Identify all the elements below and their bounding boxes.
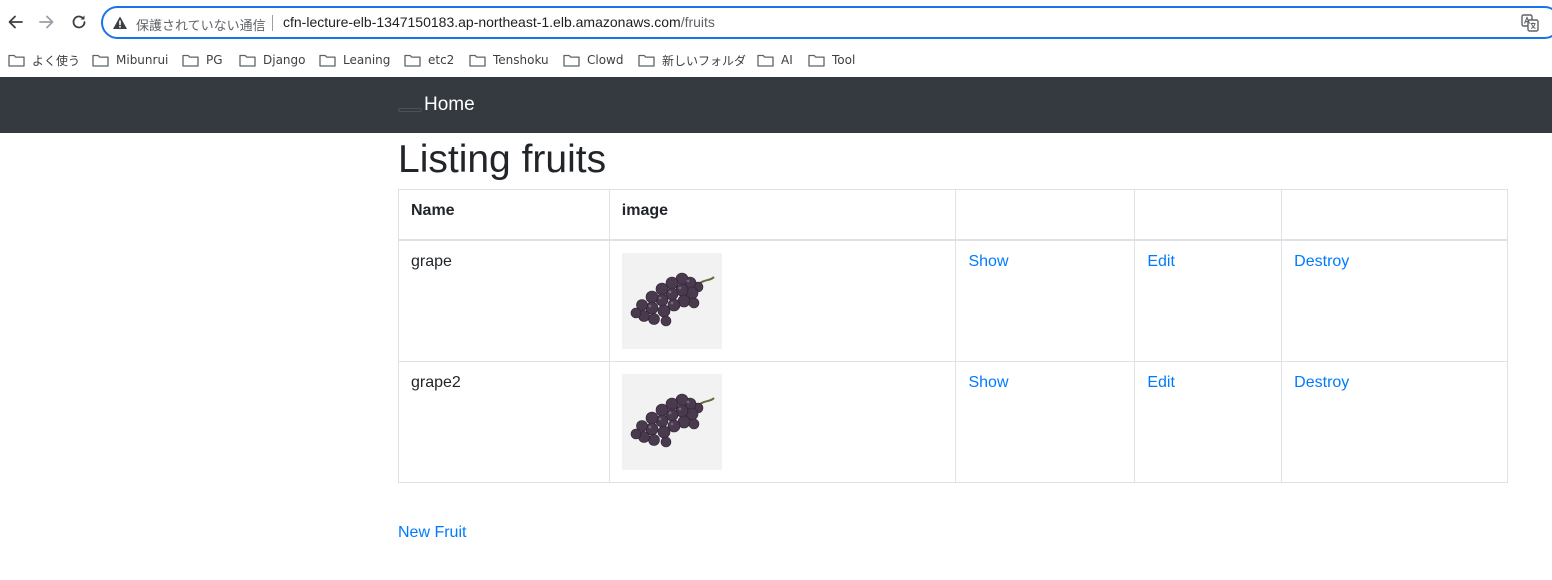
edit-link[interactable]: Edit — [1147, 253, 1175, 270]
folder-icon — [239, 54, 256, 67]
url-host: cfn-lecture-elb-1347150183.ap-northeast-… — [283, 14, 681, 30]
fruit-name: grape2 — [398, 360, 610, 483]
navbar-brand-home[interactable]: Home — [424, 94, 475, 116]
edit-link[interactable]: Edit — [1147, 374, 1175, 391]
url-text[interactable]: cfn-lecture-elb-1347150183.ap-northeast-… — [283, 14, 715, 30]
show-link[interactable]: Show — [968, 374, 1008, 391]
bookmark-label: Tenshoku — [493, 53, 549, 67]
destroy-link[interactable]: Destroy — [1294, 374, 1349, 391]
bookmark-item[interactable]: よく使う — [8, 52, 80, 68]
back-button[interactable] — [4, 11, 26, 33]
bookmark-label: Clowd — [587, 53, 624, 67]
fruit-image-cell — [608, 360, 957, 483]
folder-icon — [92, 54, 109, 67]
fruit-image-cell — [608, 239, 957, 362]
bookmark-item[interactable]: PG — [182, 52, 223, 68]
bookmarks-bar: よく使う Mibunrui PG Django Leaning etc2 Tenshoku C… — [0, 44, 1552, 76]
warning-icon[interactable] — [112, 15, 128, 31]
table-row: grape Show Edit Destroy — [398, 239, 1508, 362]
bookmark-label: Leaning — [343, 53, 391, 67]
bookmark-label: よく使う — [32, 53, 81, 68]
folder-icon — [808, 54, 825, 67]
destroy-cell: Destroy — [1281, 360, 1508, 483]
browser-toolbar: 保護されていない通信 cfn-lecture-elb-1347150183.ap… — [0, 0, 1552, 44]
bookmark-label: Mibunrui — [116, 53, 169, 67]
bookmark-label: Tool — [832, 53, 856, 67]
security-status-label[interactable]: 保護されていない通信 — [136, 15, 266, 34]
edit-cell: Edit — [1134, 360, 1283, 483]
grape-photo — [621, 252, 722, 349]
bookmark-label: Django — [263, 53, 306, 67]
table-row: grape2 Show Edit Destroy — [398, 360, 1508, 483]
header-edit — [1134, 189, 1283, 241]
bookmark-item[interactable]: 新しいフォルダ — [638, 52, 746, 68]
url-separator — [272, 15, 273, 31]
folder-icon — [469, 54, 486, 67]
table-header-row: Name image — [398, 189, 1508, 241]
header-show — [955, 189, 1136, 241]
bookmark-item[interactable]: Tenshoku — [469, 52, 549, 68]
reload-button[interactable] — [68, 11, 90, 33]
fruits-table: Name image grape Show Edit Destroy grape… — [398, 189, 1508, 483]
translate-icon[interactable] — [1521, 14, 1539, 32]
folder-icon — [8, 54, 25, 67]
address-bar[interactable]: 保護されていない通信 cfn-lecture-elb-1347150183.ap… — [101, 6, 1552, 39]
bookmark-label: AI — [781, 53, 793, 67]
forward-button[interactable] — [36, 11, 58, 33]
edit-cell: Edit — [1134, 239, 1283, 362]
arrow-right-icon — [39, 15, 54, 29]
page-title: Listing fruits — [398, 138, 607, 181]
show-link[interactable]: Show — [968, 253, 1008, 270]
folder-icon — [319, 54, 336, 67]
folder-icon — [404, 54, 421, 67]
destroy-cell: Destroy — [1281, 239, 1508, 362]
bookmark-item[interactable]: Clowd — [563, 52, 624, 68]
new-fruit-link[interactable]: New Fruit — [398, 524, 466, 542]
header-destroy — [1281, 189, 1508, 241]
fruit-name: grape — [398, 239, 610, 362]
bookmark-item[interactable]: AI — [757, 52, 793, 68]
url-path: /fruits — [680, 14, 715, 30]
bookmark-label: etc2 — [428, 53, 455, 67]
reload-icon — [72, 15, 86, 29]
navbar-toggler-button[interactable] — [398, 108, 422, 112]
bookmark-item[interactable]: Mibunrui — [92, 52, 168, 68]
folder-icon — [638, 54, 655, 67]
header-name: Name — [398, 189, 610, 241]
show-cell: Show — [955, 360, 1136, 483]
bookmark-item[interactable]: Django — [239, 52, 306, 68]
folder-icon — [182, 54, 199, 67]
show-cell: Show — [955, 239, 1136, 362]
folder-icon — [563, 54, 580, 67]
bookmark-label: PG — [206, 53, 223, 67]
destroy-link[interactable]: Destroy — [1294, 253, 1349, 270]
grape-photo — [621, 373, 722, 470]
folder-icon — [757, 54, 774, 67]
app-navbar: Home — [0, 77, 1552, 133]
bookmark-item[interactable]: Tool — [808, 52, 855, 68]
bookmark-item[interactable]: etc2 — [404, 52, 454, 68]
arrow-left-icon — [8, 15, 23, 29]
bookmark-item[interactable]: Leaning — [319, 52, 390, 68]
bookmark-label: 新しいフォルダ — [662, 53, 747, 68]
header-image: image — [608, 189, 957, 241]
